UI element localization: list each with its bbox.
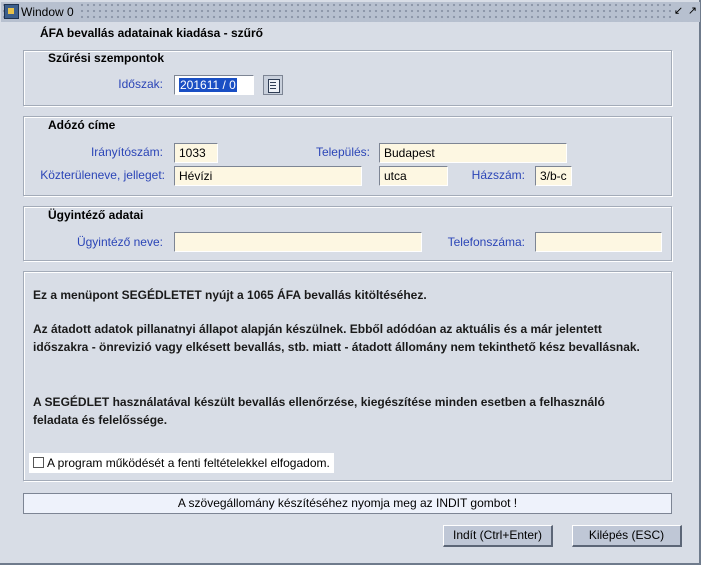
street-name-field[interactable]: Hévízi (174, 166, 362, 186)
agent-name-field[interactable] (174, 232, 422, 252)
city-label: Település: (315, 145, 370, 159)
accept-terms-checkbox[interactable] (33, 457, 44, 468)
info-paragraph-1: Ez a menüpont SEGÉDLETET nyújt a 1065 ÁF… (33, 288, 427, 302)
period-label: Időszak: (118, 77, 163, 91)
app-icon[interactable] (4, 4, 19, 19)
house-number-field[interactable]: 3/b-c (535, 166, 572, 186)
start-button[interactable]: Indít (Ctrl+Enter) (443, 525, 553, 547)
maximize-icon[interactable]: ↗ (685, 4, 700, 19)
period-input[interactable]: 201611 / 0 (174, 75, 254, 95)
city-field[interactable]: Budapest (379, 143, 567, 163)
status-message: A szövegállomány készítéséhez nyomja meg… (23, 493, 672, 514)
minimize-icon[interactable]: ↙ (671, 4, 686, 19)
zip-label: Irányítószám: (90, 145, 163, 159)
agent-group-title: Ügyintéző adatai (48, 208, 144, 222)
street-type-field[interactable]: utca (379, 166, 448, 186)
app-window: Window 0 ↙ ↗ ÁFA bevallás adatainak kiad… (0, 0, 701, 565)
street-label: Közterüleneve, jelleget: (40, 168, 165, 182)
list-of-values-icon[interactable] (263, 75, 283, 95)
window-title: Window 0 (21, 4, 78, 20)
phone-field[interactable] (535, 232, 662, 252)
accept-terms-label: A program működését a fenti feltételekke… (47, 456, 330, 470)
title-bar[interactable]: Window 0 ↙ ↗ (1, 2, 700, 22)
agent-name-label: Ügyintéző neve: (76, 235, 163, 249)
exit-button[interactable]: Kilépés (ESC) (572, 525, 682, 547)
phone-label: Telefonszáma: (447, 235, 525, 249)
house-number-label: Házszám: (471, 168, 525, 182)
info-paragraph-3: A SEGÉDLET használatával készült bevallá… (33, 395, 605, 427)
page-title: ÁFA bevallás adatainak kiadása - szűrő (40, 26, 263, 40)
filter-group-title: Szűrési szempontok (48, 51, 165, 65)
zip-field[interactable]: 1033 (174, 143, 218, 163)
info-paragraph-2: Az átadott adatok pillanatnyi állapot al… (33, 322, 640, 354)
accept-terms-row[interactable]: A program működését a fenti feltételekke… (29, 453, 334, 473)
address-group-title: Adózó címe (48, 118, 116, 132)
